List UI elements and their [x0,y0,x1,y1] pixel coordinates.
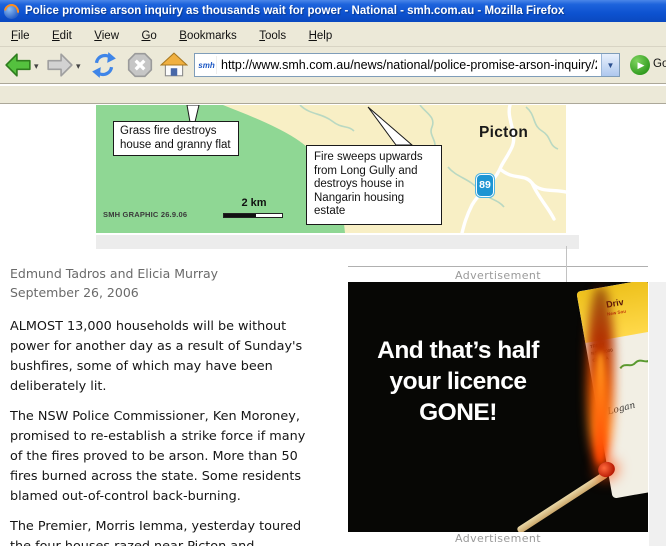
article-body: Edmund Tadros and Elicia Murray Septembe… [10,266,356,546]
go-button-label[interactable]: Go [653,58,666,70]
url-dropdown-icon[interactable]: ▼ [601,54,619,76]
ad-top-rule [348,266,648,267]
window-title: Police promise arson inquiry as thousand… [25,5,564,17]
column-divider [566,246,567,282]
url-input[interactable] [217,58,601,72]
flame-core-image [595,352,606,464]
menu-go[interactable]: Go [132,28,165,44]
back-button[interactable] [4,51,32,79]
menu-tools[interactable]: Tools [250,28,295,44]
menu-bar: File Edit View Go Bookmarks Tools Help [0,22,666,47]
forward-button[interactable] [46,51,74,79]
ad-label-top: Advertisement [348,269,648,282]
licence-stamp-icon [617,356,648,372]
map-callout-grass-fire: Grass fire destroys house and granny fla… [113,121,239,156]
map-scale-bar [223,213,283,218]
page-viewport: Grass fire destroys house and granny fla… [0,105,666,546]
home-icon [160,51,188,79]
map-scale-label: 2 km [224,197,284,209]
route-89-shield: 89 [476,174,494,197]
forward-dropdown-icon[interactable]: ▾ [76,61,81,72]
home-button[interactable] [160,51,188,79]
menu-file[interactable]: File [2,28,39,44]
article-byline: Edmund Tadros and Elicia Murray [10,266,356,281]
map-footer-strip [96,235,579,249]
go-arrow-icon: ▶ [638,60,645,71]
reload-icon [90,51,118,79]
ad-headline-line2: your licence GONE! [352,366,564,428]
right-gutter [649,282,666,546]
firefox-window: Police promise arson inquiry as thousand… [0,0,666,546]
back-dropdown-icon[interactable]: ▾ [34,61,39,72]
ad-headline: And that’s half your licence GONE! [352,335,564,428]
map-callout-long-gully: Fire sweeps upwards from Long Gully and … [306,145,442,225]
ad-headline-line1: And that’s half [352,335,564,366]
map-town-label: Picton [479,124,528,142]
menu-edit[interactable]: Edit [43,28,81,44]
article-paragraph: ALMOST 13,000 households will be without… [10,317,356,397]
back-icon [4,51,32,79]
stop-icon [126,51,154,79]
navigation-toolbar: ▾ ▾ [0,47,666,84]
article-paragraph: The Premier, Morris Iemma, yesterday tou… [10,517,356,546]
title-bar[interactable]: Police promise arson inquiry as thousand… [0,0,666,22]
advertisement-banner[interactable]: Driv New Sou TREET NSW 2000 Class A Loga… [348,282,648,532]
menu-bookmarks[interactable]: Bookmarks [170,28,246,44]
article-paragraph: The NSW Police Commissioner, Ken Moroney… [10,407,356,507]
forward-icon [46,51,74,79]
site-favicon: smh [197,56,217,74]
firefox-icon[interactable] [4,4,19,19]
menu-help[interactable]: Help [300,28,342,44]
matchstick-image [516,471,609,532]
reload-button[interactable] [90,51,118,79]
url-bar[interactable]: smh ▼ [194,53,620,77]
bushfire-map-graphic: Grass fire destroys house and granny fla… [96,105,566,233]
ad-label-bottom: Advertisement [348,532,648,545]
go-button[interactable]: ▶ [630,55,650,75]
article-date: September 26, 2006 [10,285,356,300]
menu-view[interactable]: View [85,28,128,44]
bookmarks-toolbar [0,85,666,104]
stop-button[interactable] [126,51,154,79]
map-credit: SMH GRAPHIC 26.9.06 [103,210,187,219]
